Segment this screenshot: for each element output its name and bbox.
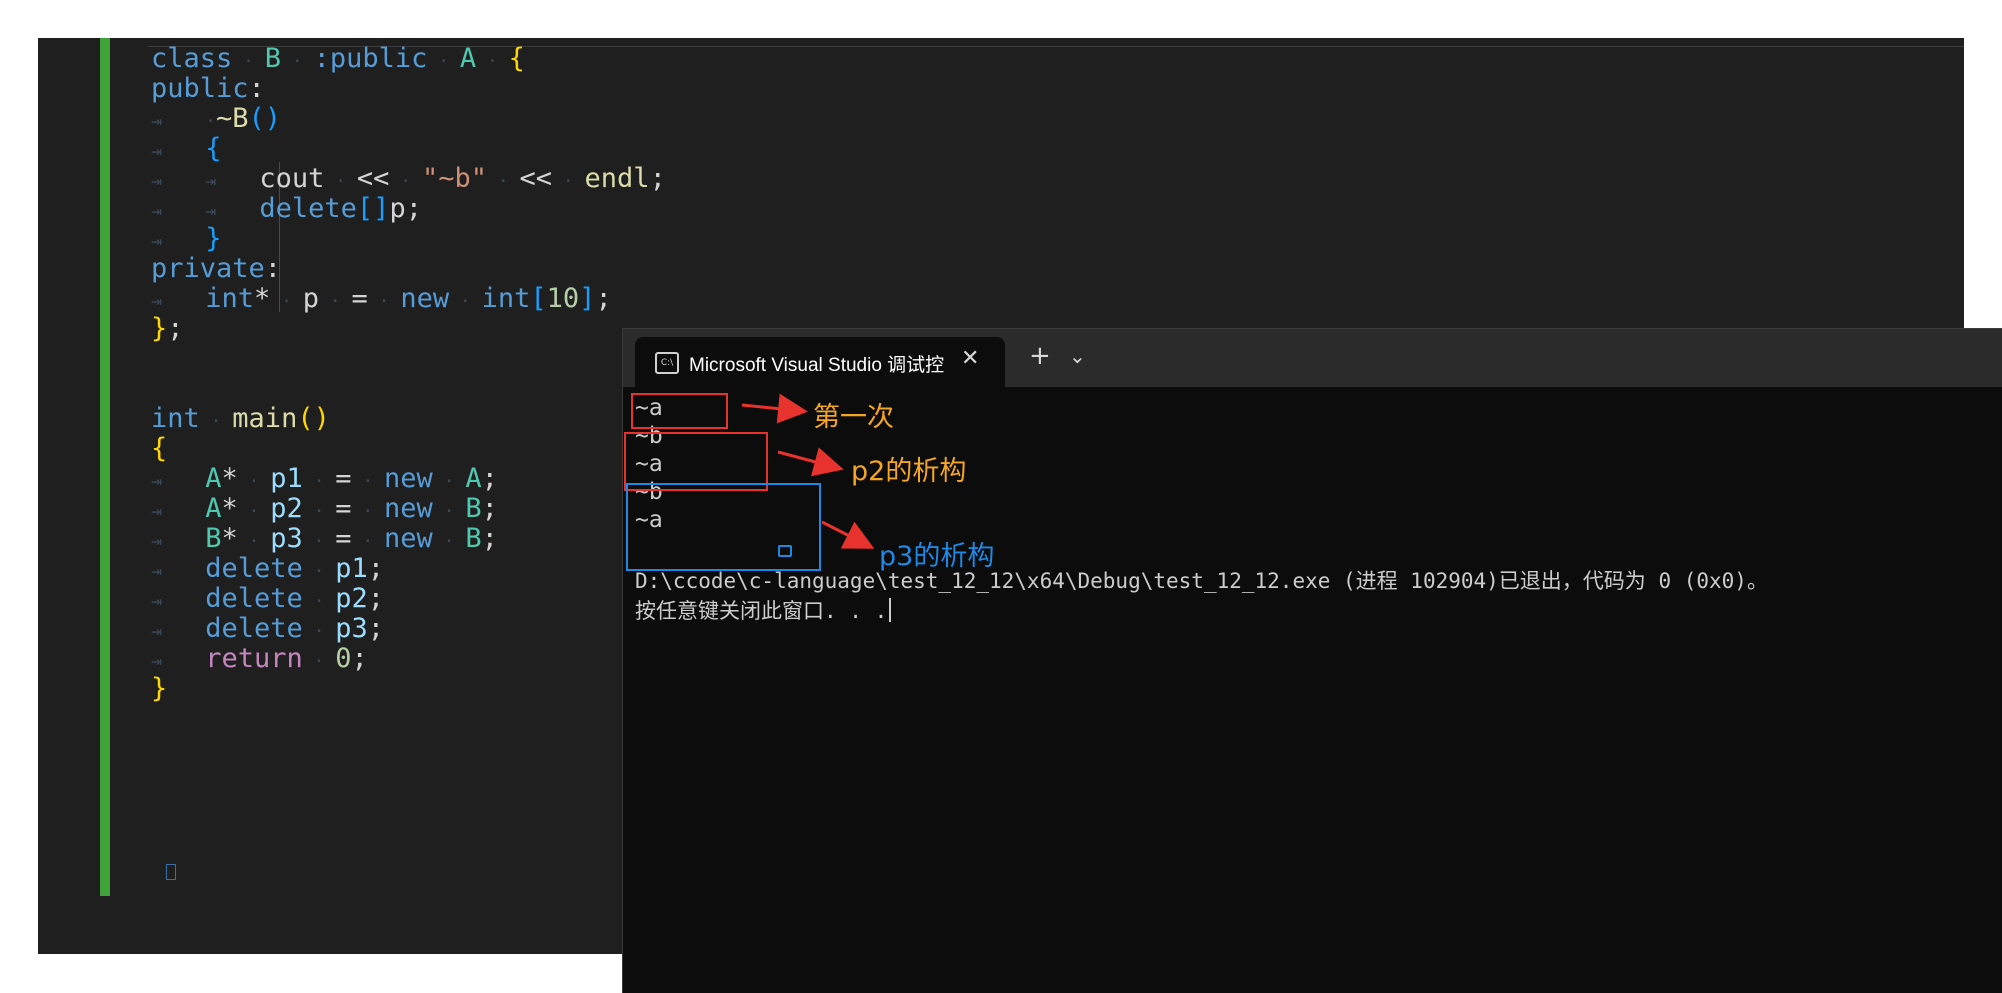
arrow-p2 (777, 447, 844, 477)
annotation-p3: p3的析构 (879, 541, 995, 572)
arrow-p3 (821, 520, 875, 549)
annotation-first: 第一次 (813, 402, 894, 433)
arrow-first (741, 393, 808, 424)
annotation-p2: p2的析构 (851, 456, 967, 487)
annotation-arrows (741, 393, 875, 549)
